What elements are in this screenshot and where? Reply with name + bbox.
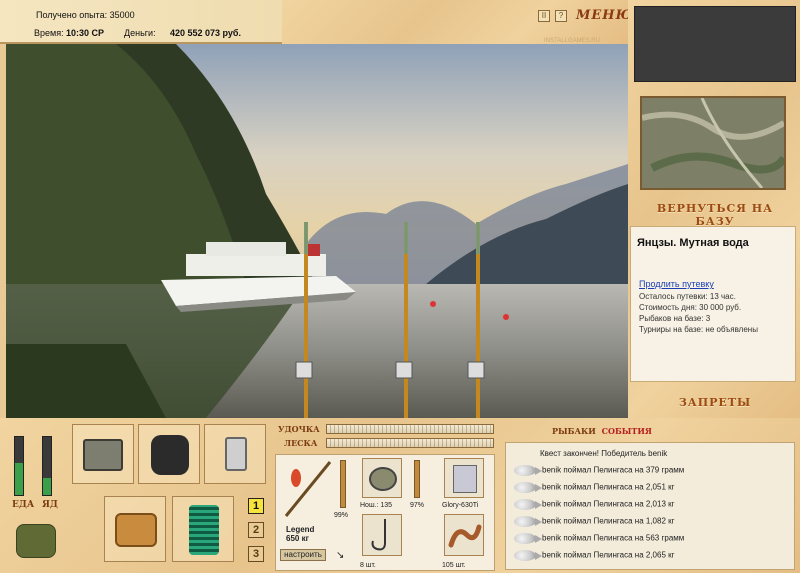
fish-icon: [514, 516, 542, 527]
minimap-placeholder: [634, 6, 796, 82]
title-bar: II ? МЕНЮ INSTALLGAMES.RU: [282, 0, 632, 44]
experience-value: 35000: [109, 10, 135, 20]
event-text: benik поймал Пелингаса на 1,082 кг: [542, 516, 675, 526]
time-value: 10:30 СР: [66, 28, 105, 38]
rod-tension-bar: [326, 424, 494, 434]
event-item: benik поймал Пелингаса на 1,082 кг: [514, 516, 675, 532]
info-line: Осталось путевки: 13 час.: [639, 292, 736, 301]
extend-ticket-link[interactable]: Продлить путевку: [639, 279, 714, 289]
bait-slot[interactable]: [444, 514, 484, 556]
location-title: Янцзы. Мутная вода: [637, 237, 749, 249]
device-slot[interactable]: [204, 424, 266, 484]
fish-icon: [514, 465, 542, 476]
experience-label: Получено опыта:: [36, 10, 108, 20]
events-panel: Квест закончен! Победитель benik benik п…: [505, 442, 795, 570]
reel-condition-gauge: [414, 460, 420, 498]
fish-icon: [514, 550, 542, 561]
top-info-panel: Получено опыта: 35000 Время: 10:30 СР Де…: [0, 0, 282, 44]
backpack-icon[interactable]: [16, 524, 56, 558]
event-item: benik поймал Пелингаса на 2,013 кг: [514, 499, 675, 515]
time-label: Время:: [34, 28, 64, 38]
basket-slot[interactable]: [104, 496, 166, 562]
bag-icon: [151, 435, 189, 475]
event-text: benik поймал Пелингаса на 2,051 кг: [542, 482, 675, 492]
tackle-box-icon: [83, 439, 123, 471]
reel-icon: [369, 467, 397, 491]
help-button[interactable]: ?: [555, 10, 567, 22]
keepnet-icon: [189, 505, 219, 555]
rod-weight: 650 кг: [286, 534, 309, 543]
food-label: ЕДА: [12, 500, 35, 510]
basket-icon: [115, 513, 157, 547]
tab-2[interactable]: 2: [248, 522, 264, 538]
events-header: РЫБАКИ СОБЫТИЯ: [552, 426, 652, 436]
rod-condition: 99%: [334, 512, 349, 519]
hook-icon: [371, 519, 386, 551]
rod-bar-label: УДОЧКА: [278, 424, 320, 434]
event-text: benik поймал Пелингаса на 2,065 кг: [542, 550, 675, 560]
fish-icon: [514, 499, 542, 510]
food-gauge: [14, 436, 24, 496]
worm-icon: [448, 524, 482, 548]
expand-arrow-icon[interactable]: ↘: [336, 550, 344, 561]
configure-button[interactable]: настроить: [280, 549, 326, 561]
keepnet-slot[interactable]: [172, 496, 234, 562]
hook-slot[interactable]: [362, 514, 402, 556]
line-spool-icon: [453, 465, 477, 493]
fish-icon: [514, 482, 542, 493]
info-line: Турниры на базе: не объявлены: [639, 325, 758, 334]
event-item: benik поймал Пелингаса на 2,065 кг: [514, 550, 675, 566]
return-base-button[interactable]: ВЕРНУТЬСЯ НА БАЗУ: [640, 202, 790, 228]
money-value: 420 552 073 руб.: [170, 28, 241, 38]
reel-condition: 97%: [410, 502, 425, 509]
events-tab-events[interactable]: СОБЫТИЯ: [602, 426, 652, 436]
experience-line: Получено опыта: 35000: [36, 10, 135, 20]
bait-count: 105 шт.: [442, 562, 466, 569]
money-label: Деньги:: [124, 28, 156, 38]
reel-slot[interactable]: [362, 458, 402, 498]
map-terrain-icon: [642, 98, 784, 188]
bait-gauge: [42, 436, 52, 496]
event-item: benik поймал Пелингаса на 2,051 кг: [514, 482, 675, 498]
reel-label: Нош.: 135: [360, 502, 393, 509]
info-line: Стоимость дня: 30 000 руб.: [639, 303, 742, 312]
bans-button[interactable]: ЗАПРЕТЫ: [640, 396, 790, 409]
backpack-slot[interactable]: [138, 424, 200, 484]
rod-condition-gauge: [340, 460, 346, 508]
event-item: benik поймал Пелингаса на 379 грамм: [514, 465, 684, 481]
echo-sounder-icon: [225, 437, 247, 471]
pause-button[interactable]: II: [538, 10, 550, 22]
fishing-scene[interactable]: [6, 44, 628, 418]
info-line: Рыбаков на базе: 3: [639, 314, 711, 323]
tackle-box-slot[interactable]: [72, 424, 134, 484]
line-name: Glory-630Ti: [442, 502, 479, 509]
event-text: benik поймал Пелингаса на 563 грамм: [542, 533, 685, 543]
fish-icon: [514, 533, 542, 544]
events-tab-fishers[interactable]: РЫБАКИ: [552, 426, 596, 436]
lake-landscape-illustration: [6, 44, 628, 418]
rod-name: Legend: [286, 525, 315, 534]
rod-float-icon[interactable]: [282, 458, 334, 520]
area-map[interactable]: [640, 96, 786, 190]
quest-line: Квест закончен! Победитель benik: [540, 449, 668, 458]
hook-count: 8 шт.: [360, 562, 376, 569]
location-info: Янцзы. Мутная вода Продлить путевку Оста…: [630, 226, 796, 382]
tab-1[interactable]: 1: [248, 498, 264, 514]
event-text: benik поймал Пелингаса на 2,013 кг: [542, 499, 675, 509]
tab-3[interactable]: 3: [248, 546, 264, 562]
event-text: benik поймал Пелингаса на 379 грамм: [542, 465, 685, 475]
line-tension-bar: [326, 438, 494, 448]
menu-button[interactable]: МЕНЮ: [576, 8, 633, 23]
line-bar-label: ЛЕСКА: [284, 438, 318, 448]
bait-label: ЯД: [42, 500, 58, 510]
line-slot[interactable]: [444, 458, 484, 498]
event-item: benik поймал Пелингаса на 563 грамм: [514, 533, 684, 549]
